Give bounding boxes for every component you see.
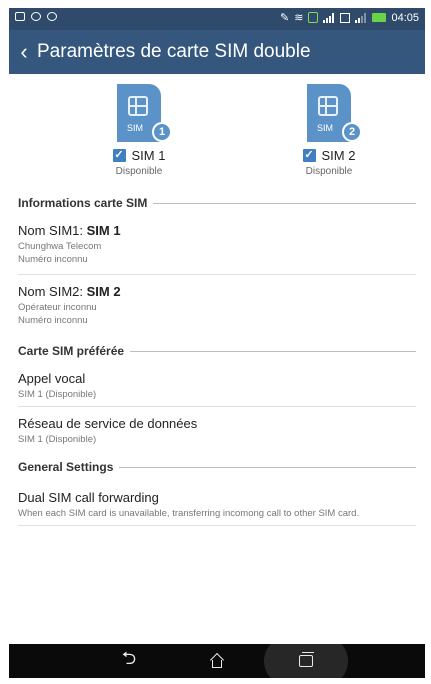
sim-slot-icon (340, 12, 351, 23)
clock: 04:05 (391, 11, 419, 24)
section-header-general: General Settings (18, 458, 416, 476)
back-nav-icon[interactable]: ⮌ (104, 644, 154, 678)
sd-card-icon (308, 12, 319, 23)
signal-icon-2 (355, 12, 367, 23)
notification-icon (31, 12, 41, 21)
list-item-sim1-name[interactable]: Nom SIM1: SIM 1 Chunghwa Telecom Numéro … (18, 223, 416, 266)
back-chevron-icon[interactable]: ‹ (11, 30, 37, 74)
sim-1-label: SIM 1 (131, 148, 166, 163)
status-bar: ✎ ≋ 04:05 (9, 8, 425, 30)
sim-2-status: Disponible (305, 166, 353, 177)
phone-screen: ✎ ≋ 04:05 ‹ Paramètres de carte SIM doub… (9, 8, 425, 678)
sim-2-checkbox[interactable]: ✓ (302, 149, 316, 162)
sim-1-checkbox[interactable]: ✓ (112, 149, 126, 162)
divider (18, 525, 416, 526)
notification-icons (15, 12, 57, 21)
sim-badge-number: 2 (344, 124, 360, 140)
sim-card-icon: SIM 2 (307, 84, 362, 142)
sim-cards: SIM 1 ✓ SIM 1 Disponible SIM 2 ✓ SIM 2 D… (9, 74, 425, 199)
battery-icon (372, 13, 387, 22)
sim-2-label: SIM 2 (321, 148, 356, 163)
signal-icon (323, 12, 335, 23)
notification-icon (47, 12, 57, 21)
home-nav-icon[interactable] (192, 644, 242, 678)
section-header-preferred: Carte SIM préférée (18, 342, 416, 360)
page-title: Paramètres de carte SIM double (37, 41, 311, 62)
title-bar: ‹ Paramètres de carte SIM double (9, 30, 425, 74)
divider (18, 274, 416, 275)
wifi-icon: ≋ (294, 12, 304, 24)
sim-card-2: SIM 2 ✓ SIM 2 Disponible (249, 84, 409, 177)
list-item-voice-call[interactable]: Appel vocal SIM 1 (Disponible) (18, 371, 416, 401)
recent-apps-icon[interactable] (281, 644, 331, 678)
list-item-data-service[interactable]: Réseau de service de données SIM 1 (Disp… (18, 416, 416, 446)
sim-card-1: SIM 1 ✓ SIM 1 Disponible (59, 84, 219, 177)
sim-badge-number: 1 (154, 124, 170, 140)
system-icons: ✎ ≋ 04:05 (280, 11, 419, 25)
list-item-sim2-name[interactable]: Nom SIM2: SIM 2 Opérateur inconnu Numéro… (18, 284, 416, 327)
section-header-sim-info: Informations carte SIM (18, 194, 416, 212)
no-sim-icon: ✎ (280, 12, 290, 24)
sim-card-icon: SIM 1 (117, 84, 172, 142)
navigation-bar: ⮌ (9, 636, 425, 678)
divider (18, 406, 416, 407)
sim-1-status: Disponible (115, 166, 163, 177)
list-item-call-forwarding[interactable]: Dual SIM call forwarding When each SIM c… (18, 490, 416, 520)
screenshot-icon (15, 12, 25, 21)
